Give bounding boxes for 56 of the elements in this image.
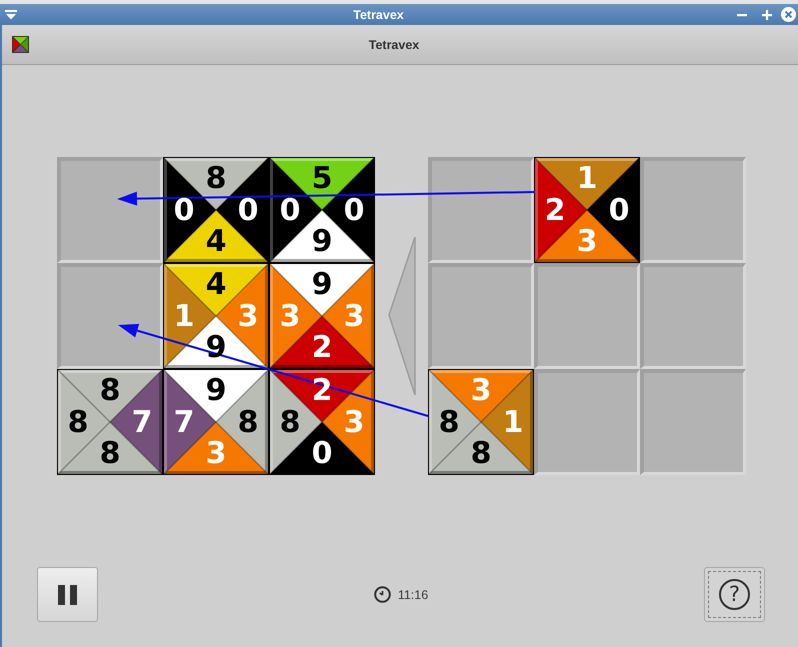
tile-number: 8 bbox=[100, 380, 120, 402]
window-title: Tetravex bbox=[352, 8, 405, 22]
tile-number: 3 bbox=[344, 306, 364, 328]
puzzle-tile[interactable] bbox=[269, 369, 375, 475]
tile-number: 4 bbox=[206, 274, 226, 296]
tile-number: 8 bbox=[100, 443, 120, 465]
tile-number: 7 bbox=[174, 412, 194, 434]
tile-number: 9 bbox=[312, 274, 332, 296]
clock-icon bbox=[374, 586, 391, 603]
header-title: Tetravex bbox=[368, 38, 420, 52]
tile-number: 0 bbox=[608, 200, 630, 222]
left-arrow-icon bbox=[388, 237, 416, 395]
tile-number: 1 bbox=[502, 412, 524, 434]
puzzle-tile[interactable] bbox=[57, 369, 163, 475]
tile-number: 3 bbox=[238, 306, 258, 328]
puzzle-tile[interactable] bbox=[534, 157, 640, 263]
tile-number: 8 bbox=[238, 412, 258, 434]
puzzle-tile[interactable] bbox=[269, 157, 375, 263]
elapsed-time: 11:16 bbox=[398, 588, 428, 602]
tile-number: 3 bbox=[280, 306, 300, 328]
tile-number: 0 bbox=[238, 200, 258, 222]
help-icon: ? bbox=[718, 579, 750, 610]
tile-number: 5 bbox=[312, 168, 332, 190]
tile-number: 8 bbox=[206, 168, 226, 190]
tile-number: 1 bbox=[576, 168, 598, 190]
close-icon[interactable] bbox=[781, 7, 796, 22]
tile-number: 8 bbox=[438, 412, 460, 434]
pause-icon bbox=[58, 584, 77, 604]
tile-number: 0 bbox=[312, 443, 332, 465]
tile-number: 0 bbox=[280, 200, 300, 222]
tile-number: 8 bbox=[280, 412, 300, 434]
tile-number: 0 bbox=[344, 200, 364, 222]
app-icon bbox=[12, 36, 29, 53]
tile-number: 0 bbox=[174, 200, 194, 222]
maximize-icon[interactable] bbox=[762, 10, 772, 20]
tile-number: 7 bbox=[132, 412, 152, 434]
tile-number: 8 bbox=[68, 412, 88, 434]
tile-number: 4 bbox=[206, 231, 226, 253]
tile-number: 2 bbox=[544, 200, 566, 222]
tile-number: 9 bbox=[312, 231, 332, 253]
tile-number: 8 bbox=[470, 443, 492, 465]
puzzle-tile[interactable] bbox=[163, 369, 269, 475]
pause-button[interactable] bbox=[37, 567, 98, 622]
help-button[interactable]: ? bbox=[704, 567, 765, 622]
menu-icon[interactable] bbox=[5, 10, 17, 20]
puzzle-tile[interactable] bbox=[269, 263, 375, 369]
puzzle-tile[interactable] bbox=[163, 263, 269, 369]
tile-number: 2 bbox=[312, 337, 332, 359]
tile-number: 3 bbox=[344, 412, 364, 434]
tile-number: 3 bbox=[470, 380, 492, 402]
puzzle-tile[interactable] bbox=[163, 157, 269, 263]
tile-number: 1 bbox=[174, 306, 194, 328]
tile-number: 3 bbox=[206, 443, 226, 465]
puzzle-tile[interactable] bbox=[428, 369, 534, 475]
tile-number: 3 bbox=[576, 231, 598, 253]
tile-number: 9 bbox=[206, 380, 226, 402]
